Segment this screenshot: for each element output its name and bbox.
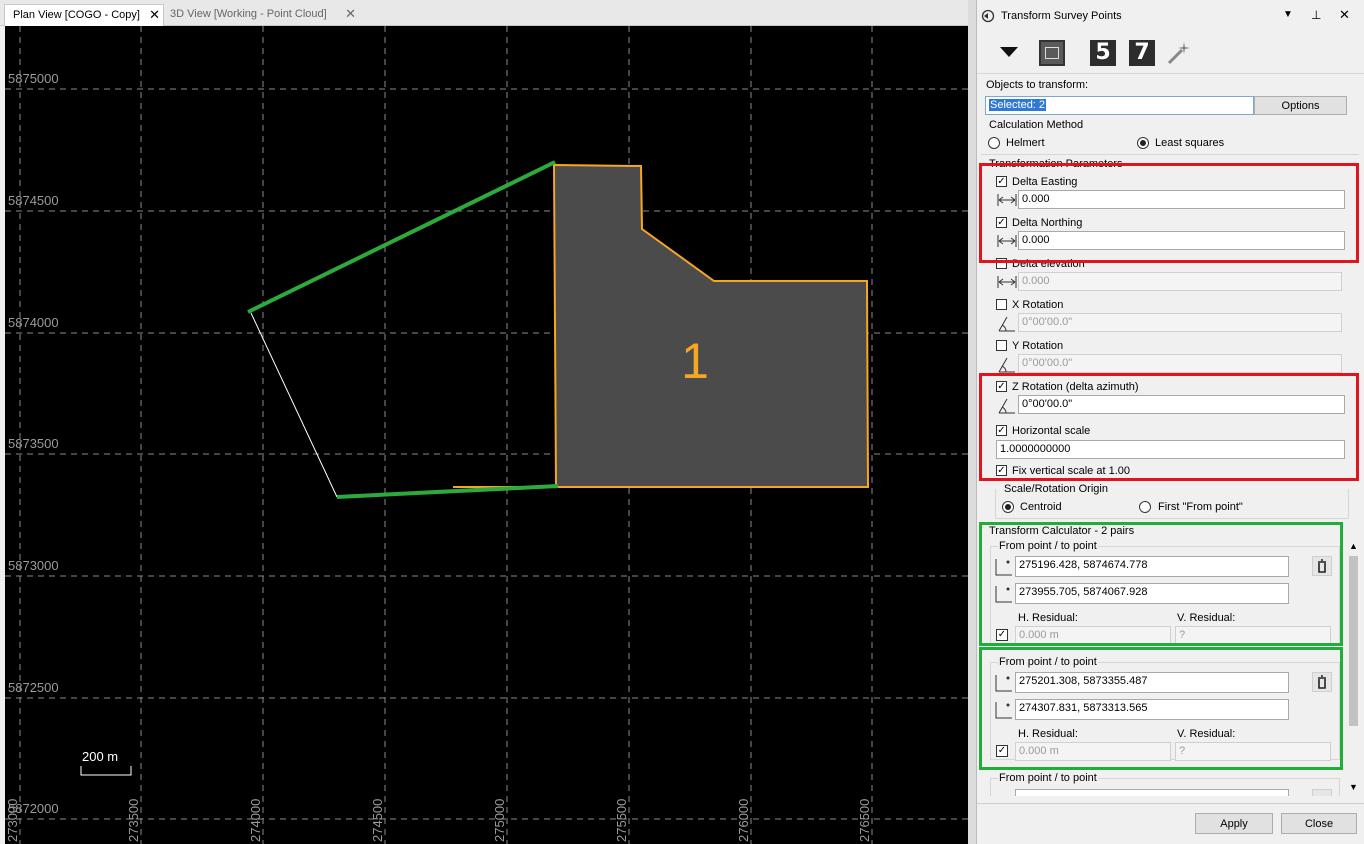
from-point-input[interactable] <box>1015 789 1289 796</box>
centroid-radio[interactable] <box>1002 501 1014 513</box>
x-axis-labels: 273000 273500 274000 274500 275000 27550… <box>5 799 872 842</box>
x-tick-label: 275500 <box>614 799 629 842</box>
centroid-radio-label: Centroid <box>1020 501 1062 513</box>
delete-pair-button[interactable] <box>1312 789 1332 796</box>
transform-vector-2[interactable] <box>336 484 559 499</box>
scroll-up-icon[interactable]: ▲ <box>1349 541 1358 551</box>
angle-icon <box>998 316 1015 332</box>
panel-title: Transform Survey Points <box>1001 10 1122 22</box>
close-button[interactable]: Close <box>1281 813 1357 834</box>
least-squares-radio-label: Least squares <box>1155 137 1225 149</box>
scale-rotation-origin-title: Scale/Rotation Origin <box>1004 483 1108 495</box>
connector-line <box>250 312 338 498</box>
calculation-method-title: Calculation Method <box>989 119 1084 131</box>
y-tick-label: 5874500 <box>8 193 59 208</box>
x-rotation-input[interactable]: 0°00'00.0" <box>1018 313 1342 332</box>
y-tick-label: 5874000 <box>8 315 59 330</box>
dropdown-arrow-icon[interactable] <box>999 46 1019 58</box>
close-icon[interactable]: ✕ <box>345 6 356 22</box>
x-tick-label: 274000 <box>248 799 263 842</box>
x-tick-label: 276500 <box>857 799 872 842</box>
angle-icon <box>998 357 1015 373</box>
y-axis-labels: 5875000 5874500 5874000 5873500 5873000 … <box>8 71 59 816</box>
y-rotation-input[interactable]: 0°00'00.0" <box>1018 354 1342 373</box>
objects-selection-value: Selected: 2 <box>989 99 1047 111</box>
highlight-box-rotation-scale <box>979 373 1359 481</box>
x-tick-label: 274500 <box>370 799 385 842</box>
tab-plan-view[interactable]: Plan View [COGO - Copy] ✕ <box>4 4 164 26</box>
least-squares-radio[interactable] <box>1137 137 1149 149</box>
distance-icon <box>997 276 1017 288</box>
scrollbar-thumb[interactable] <box>1349 556 1358 726</box>
close-icon[interactable]: ✕ <box>149 7 160 23</box>
apply-button[interactable]: Apply <box>1195 813 1273 834</box>
calculator-scrollbar[interactable]: ▲ ▼ <box>1346 540 1361 796</box>
five-point-icon[interactable]: 5 <box>1090 40 1116 66</box>
x-tick-label: 273500 <box>126 799 141 842</box>
y-tick-label: 5875000 <box>8 71 59 86</box>
scale-bar: 200 m <box>80 749 132 776</box>
polygon-label: 1 <box>681 333 709 389</box>
x-rotation-checkbox[interactable] <box>996 299 1007 310</box>
tab-3d-view[interactable]: 3D View [Working - Point Cloud] ✕ <box>162 4 358 26</box>
highlight-box-pair-2 <box>979 647 1343 770</box>
objects-selection-field[interactable]: Selected: 2 <box>985 96 1254 115</box>
first-from-point-radio-label: First "From point" <box>1158 501 1243 513</box>
x-rotation-label: X Rotation <box>1012 299 1064 311</box>
panel-toolbar: 5 7 <box>979 34 1359 72</box>
y-tick-label: 5873500 <box>8 436 59 451</box>
point-pair-header: From point / to point <box>998 772 1098 784</box>
objects-to-transform-label: Objects to transform: <box>986 79 1089 91</box>
transform-survey-points-panel: Transform Survey Points ▼ ⊥ ✕ 5 7 Object… <box>976 0 1364 844</box>
helmert-radio-label: Helmert <box>1006 137 1045 149</box>
document-tab-bar: Plan View [COGO - Copy] ✕ 3D View [Worki… <box>0 0 968 26</box>
x-tick-label: 273000 <box>5 799 20 842</box>
y-rotation-label: Y Rotation <box>1012 340 1064 352</box>
transform-vector-1[interactable] <box>247 160 556 314</box>
y-tick-label: 5873000 <box>8 558 59 573</box>
pin-icon[interactable]: ⊥ <box>1311 8 1321 22</box>
command-window-icon[interactable] <box>1039 40 1065 66</box>
options-button[interactable]: Options <box>1254 96 1347 115</box>
magic-wand-icon[interactable] <box>1165 40 1191 66</box>
highlight-box-pair-1 <box>979 522 1343 646</box>
delta-elevation-input[interactable]: 0.000 <box>1018 272 1342 291</box>
panel-menu-icon[interactable]: ▼ <box>1283 9 1293 20</box>
seven-point-icon[interactable]: 7 <box>1129 40 1155 66</box>
tab-3d-view-label: 3D View [Working - Point Cloud] <box>170 8 327 20</box>
x-tick-label: 276000 <box>736 799 751 842</box>
helmert-radio[interactable] <box>988 137 1000 149</box>
point-pair-group-partial: From point / to point <box>977 766 1347 796</box>
close-icon[interactable]: ✕ <box>1339 7 1350 23</box>
panel-splitter[interactable] <box>968 0 976 844</box>
highlight-box-delta <box>979 163 1359 263</box>
first-from-point-radio[interactable] <box>1139 501 1151 513</box>
scroll-down-icon[interactable]: ▼ <box>1349 782 1358 792</box>
y-tick-label: 5872500 <box>8 680 59 695</box>
plan-view-graphics: 5875000 5874500 5874000 5873500 5873000 … <box>5 26 968 844</box>
x-tick-label: 275000 <box>492 799 507 842</box>
tab-plan-view-label: Plan View [COGO - Copy] <box>13 9 140 21</box>
panel-title-bar: Transform Survey Points ▼ ⊥ ✕ <box>977 0 1364 32</box>
transform-tool-icon <box>981 9 995 23</box>
plan-view-canvas[interactable]: 5875000 5874500 5874000 5873500 5873000 … <box>5 26 968 844</box>
scale-bar-label: 200 m <box>82 749 118 764</box>
parcel-polygon[interactable] <box>552 163 870 488</box>
y-rotation-checkbox[interactable] <box>996 340 1007 351</box>
